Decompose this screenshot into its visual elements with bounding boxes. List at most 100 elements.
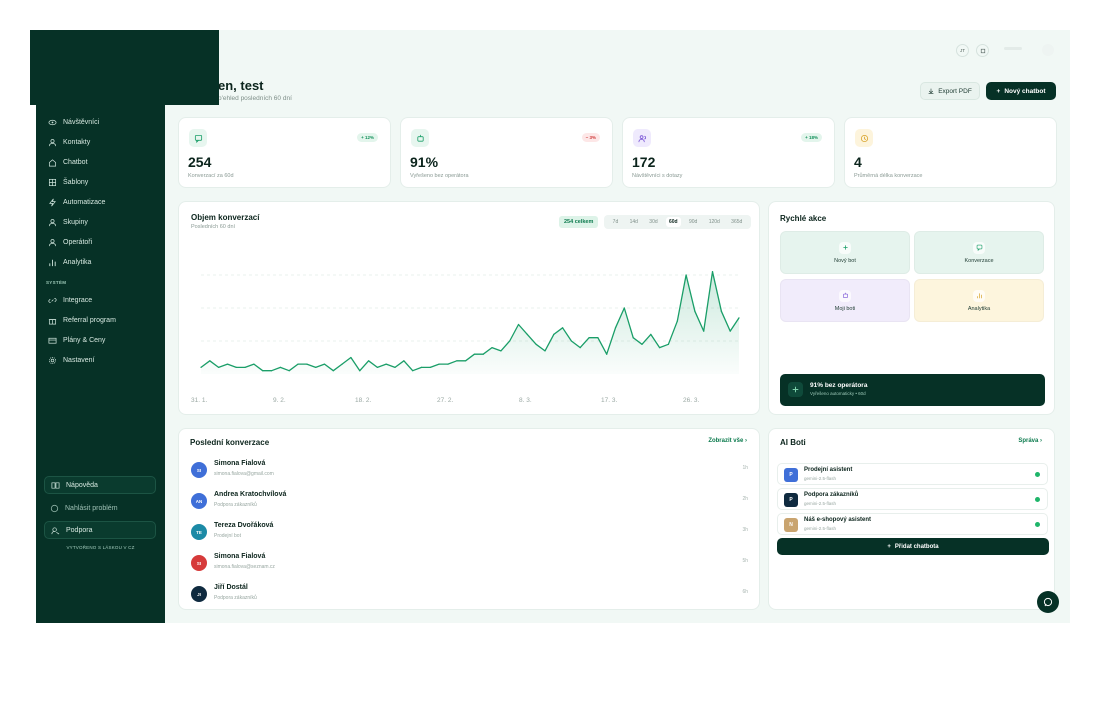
sidebar-item-6[interactable]: Operátoři xyxy=(48,235,158,249)
sidebar-item-2[interactable]: Chatbot xyxy=(48,155,158,169)
quick-action-tile[interactable]: Moji boti xyxy=(780,279,910,322)
data-point[interactable] xyxy=(553,333,555,335)
data-point[interactable] xyxy=(738,317,740,319)
data-point[interactable] xyxy=(226,363,229,365)
promo-banner[interactable]: 91% bez operátora Vyřešeno automaticky •… xyxy=(780,374,1045,406)
data-point[interactable] xyxy=(270,370,273,372)
quick-action-tile[interactable]: Nový bot xyxy=(780,231,910,274)
report-problem-button[interactable]: Nahlásit problém xyxy=(44,499,156,517)
data-point[interactable] xyxy=(385,363,387,365)
sidebar-item-5[interactable]: Skupiny xyxy=(48,215,158,229)
data-point[interactable] xyxy=(447,363,449,365)
data-point[interactable] xyxy=(482,353,484,355)
data-point[interactable] xyxy=(253,363,255,365)
data-point[interactable] xyxy=(262,370,264,372)
data-point[interactable] xyxy=(614,327,617,329)
data-point[interactable] xyxy=(667,343,670,345)
sidebar-system-item-2[interactable]: Plány & Ceny xyxy=(48,333,158,347)
data-point[interactable] xyxy=(359,370,361,372)
sidebar-item-4[interactable]: Automatizace xyxy=(48,195,158,209)
conversation-row[interactable]: TE Tereza Dvořáková Prodejní bot 3h xyxy=(189,520,754,546)
data-point[interactable] xyxy=(297,363,299,365)
data-point[interactable] xyxy=(341,363,343,365)
data-point[interactable] xyxy=(711,271,714,273)
data-point[interactable] xyxy=(412,370,414,372)
data-point[interactable] xyxy=(464,360,467,362)
user-avatar[interactable]: JT xyxy=(956,44,969,57)
data-point[interactable] xyxy=(659,347,661,349)
data-point[interactable] xyxy=(279,366,281,368)
data-point[interactable] xyxy=(500,350,502,352)
data-point[interactable] xyxy=(350,356,352,359)
data-point[interactable] xyxy=(694,310,696,312)
data-point[interactable] xyxy=(491,347,493,349)
notification-button[interactable] xyxy=(976,44,989,57)
conversation-row[interactable]: AN Andrea Kratochvílová Podpora zákazníků 2… xyxy=(189,489,754,515)
data-point[interactable] xyxy=(641,343,643,345)
data-point[interactable] xyxy=(332,370,334,372)
data-point[interactable] xyxy=(456,360,458,362)
data-point[interactable] xyxy=(544,350,546,352)
data-point[interactable] xyxy=(429,366,431,368)
data-point[interactable] xyxy=(517,323,520,326)
data-point[interactable] xyxy=(623,307,625,309)
data-point[interactable] xyxy=(526,333,528,335)
sidebar-system-item-3[interactable]: Nastavení xyxy=(48,353,158,367)
conversation-row[interactable]: SI Simona Fialová simona.fialova@seznam.cz… xyxy=(189,551,754,577)
data-point[interactable] xyxy=(218,366,220,368)
data-point[interactable] xyxy=(597,337,599,339)
data-point[interactable] xyxy=(562,327,564,329)
data-point[interactable] xyxy=(306,363,308,365)
data-point[interactable] xyxy=(535,343,537,345)
data-point[interactable] xyxy=(288,370,290,372)
bot-row[interactable]: N Náš e-shopový asistent gemini-2.5-flash xyxy=(777,513,1048,535)
help-button[interactable]: Nápověda xyxy=(44,476,156,494)
data-point[interactable] xyxy=(420,366,423,368)
data-point[interactable] xyxy=(394,366,396,368)
profile-avatar[interactable] xyxy=(1042,44,1054,56)
home-icon xyxy=(48,158,57,166)
manage-bots-link[interactable]: Správa › xyxy=(1018,438,1042,444)
data-point[interactable] xyxy=(315,366,317,368)
sidebar-item-0[interactable]: Návštěvníci xyxy=(48,115,158,129)
data-point[interactable] xyxy=(244,366,246,368)
data-point[interactable] xyxy=(209,360,211,362)
data-point[interactable] xyxy=(650,333,652,335)
sidebar-system-item-1[interactable]: Referral program xyxy=(48,313,158,327)
sidebar-item-1[interactable]: Kontakty xyxy=(48,135,158,149)
data-point[interactable] xyxy=(703,330,705,332)
sidebar-system-item-0[interactable]: Integrace xyxy=(48,293,158,307)
view-all-link[interactable]: Zobrazit vše › xyxy=(708,438,747,444)
data-point[interactable] xyxy=(676,320,678,322)
data-point[interactable] xyxy=(367,360,370,362)
quick-action-tile[interactable]: Analytika xyxy=(914,279,1044,322)
data-point[interactable] xyxy=(685,274,687,276)
data-point[interactable] xyxy=(403,360,405,362)
sidebar-item-3[interactable]: Šablony xyxy=(48,175,158,189)
data-point[interactable] xyxy=(720,310,722,312)
data-point[interactable] xyxy=(606,353,608,355)
support-button[interactable]: Podpora xyxy=(44,521,156,539)
data-point[interactable] xyxy=(632,337,634,339)
conversation-row[interactable]: SI Simona Fialová simona.fialova@gmail.com… xyxy=(189,458,754,484)
new-chatbot-button[interactable]: + Nový chatbot xyxy=(986,82,1056,100)
add-chatbot-button[interactable]: + Přidat chatbota xyxy=(777,538,1049,555)
data-point[interactable] xyxy=(376,366,378,368)
bot-row[interactable]: P Prodejní asistent gemini-2.5-flash xyxy=(777,463,1048,485)
data-point[interactable] xyxy=(509,340,511,342)
data-point[interactable] xyxy=(588,337,590,339)
data-point[interactable] xyxy=(579,347,581,349)
data-point[interactable] xyxy=(473,353,476,355)
chat-widget-button[interactable] xyxy=(1037,591,1059,613)
sidebar-item-7[interactable]: Analytika xyxy=(48,255,158,269)
data-point[interactable] xyxy=(570,340,573,342)
data-point[interactable] xyxy=(323,363,326,365)
conversation-row[interactable]: JI Jiří Dostál Podpora zákazníků 6h xyxy=(189,582,754,608)
bot-row[interactable]: P Podpora zákazníků gemini-2.5-flash xyxy=(777,488,1048,510)
export-pdf-button[interactable]: Export PDF xyxy=(920,82,980,100)
data-point[interactable] xyxy=(200,366,202,368)
quick-action-tile[interactable]: Konverzace xyxy=(914,231,1044,274)
data-point[interactable] xyxy=(438,363,440,365)
data-point[interactable] xyxy=(235,366,237,368)
data-point[interactable] xyxy=(729,330,731,332)
